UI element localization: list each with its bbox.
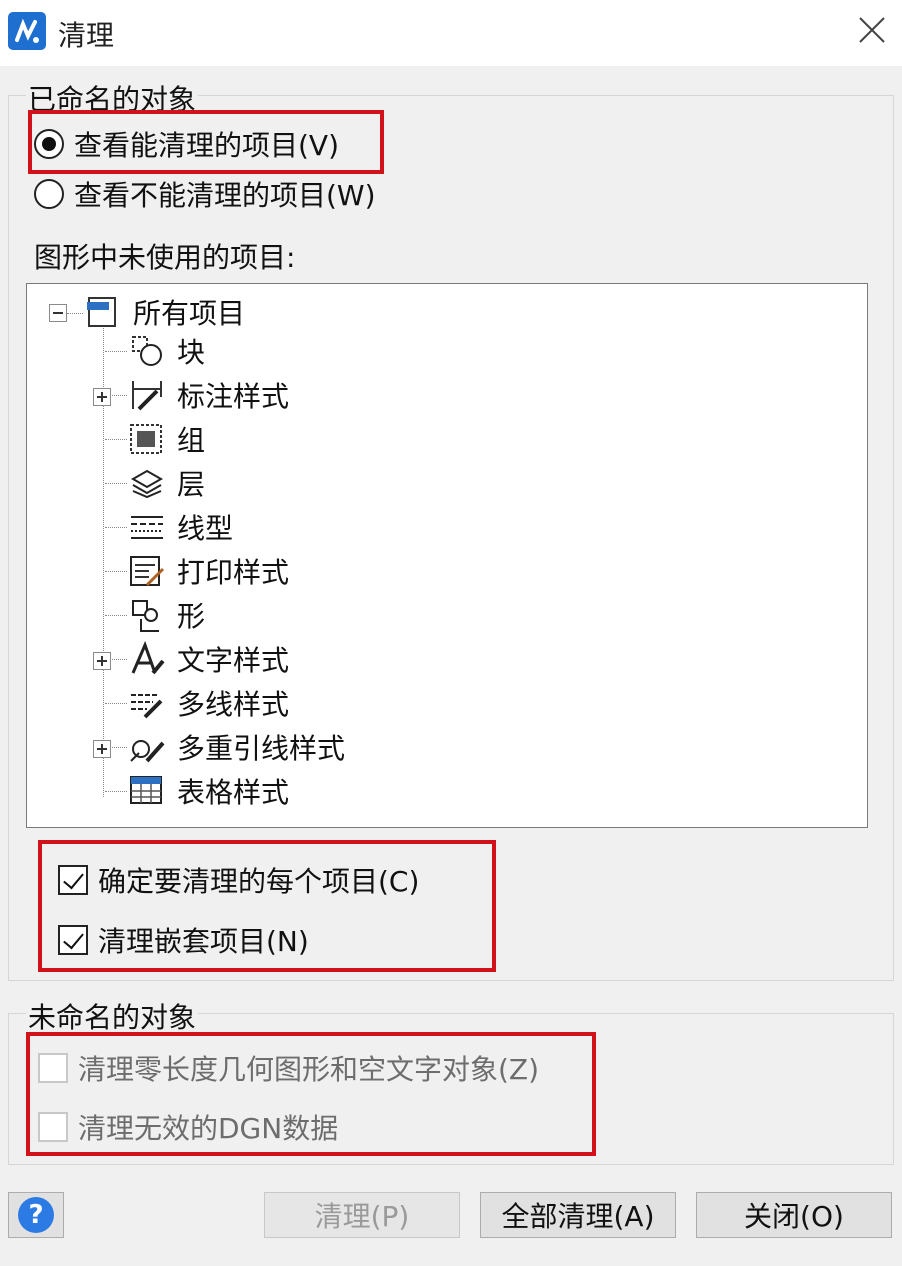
group-icon [130, 424, 162, 454]
table-style-icon [130, 776, 162, 804]
text-style-icon [131, 641, 165, 675]
tree-item-shapes[interactable]: 形 [127, 595, 205, 635]
tree-item-dimension-styles[interactable]: 标注样式 [127, 375, 289, 415]
radio-view-nonpurgeable-label: 查看不能清理的项目(W) [74, 179, 376, 212]
mline-style-icon [131, 694, 163, 719]
shape-icon [132, 600, 159, 632]
expand-icon[interactable] [93, 388, 111, 406]
purge-button[interactable]: 清理(P) [264, 1192, 460, 1238]
tree-item-label: 文字样式 [177, 644, 290, 677]
tree-item-mline-styles[interactable]: 多线样式 [127, 683, 289, 723]
collapse-root-icon[interactable] [49, 304, 67, 322]
close-icon[interactable] [858, 16, 886, 44]
tree-item-label: 层 [177, 468, 206, 501]
tree-item-groups[interactable]: 组 [127, 419, 205, 459]
radio-view-nonpurgeable[interactable]: 查看不能清理的项目(W) [34, 177, 376, 212]
close-button[interactable]: 关闭(O) [696, 1192, 892, 1238]
expand-icon[interactable] [93, 652, 111, 670]
tree-item-label: 组 [177, 424, 206, 457]
tree-item-label: 块 [177, 336, 206, 369]
tree-item-text-styles[interactable]: 文字样式 [127, 639, 289, 679]
tree-root-all-items[interactable]: 所有项目 [83, 292, 245, 332]
tree-item-blocks[interactable]: 块 [127, 331, 205, 371]
tree-item-label: 表格样式 [177, 776, 290, 809]
tree-item-label: 形 [177, 600, 206, 633]
radio-unselected-icon[interactable] [34, 179, 64, 209]
highlight-box-radio [28, 110, 384, 174]
tree-item-label: 多重引线样式 [177, 732, 346, 765]
highlight-box-unnamed [26, 1032, 596, 1156]
tree-item-mleader-styles[interactable]: 多重引线样式 [127, 727, 345, 767]
plot-style-icon [130, 556, 165, 587]
highlight-box-checkboxes [38, 840, 496, 972]
tree-item-label: 标注样式 [177, 380, 290, 413]
layer-icon [130, 469, 164, 499]
mleader-style-icon [130, 740, 165, 763]
help-button[interactable]: ? [8, 1192, 64, 1238]
tree-item-table-styles[interactable]: 表格样式 [127, 771, 289, 811]
help-icon: ? [18, 1197, 54, 1233]
expand-icon[interactable] [93, 740, 111, 758]
app-logo-icon [8, 12, 46, 50]
tree-root-label: 所有项目 [133, 297, 246, 330]
unnamed-objects-title: 未命名的对象 [26, 996, 199, 1036]
dimension-style-icon [132, 381, 162, 411]
linetype-icon [131, 516, 163, 539]
block-icon [132, 336, 162, 366]
unused-items-label: 图形中未使用的项目: [34, 241, 296, 274]
tree-item-label: 打印样式 [177, 556, 290, 589]
window-title: 清理 [58, 19, 115, 52]
tree-item-layers[interactable]: 层 [127, 463, 205, 503]
tree-item-plot-styles[interactable]: 打印样式 [127, 551, 289, 591]
tree-item-label: 多线样式 [177, 688, 290, 721]
drawing-file-icon [87, 297, 116, 327]
tree-item-linetypes[interactable]: 线型 [127, 507, 233, 547]
tree-item-label: 线型 [177, 512, 234, 545]
unused-items-tree[interactable]: 所有项目 块 标注样式 组 层 线型 打印样式 形 文字样式 多线样式 多重引线… [26, 283, 868, 828]
title-bar: 清理 [0, 0, 902, 66]
purge-all-button[interactable]: 全部清理(A) [480, 1192, 676, 1238]
